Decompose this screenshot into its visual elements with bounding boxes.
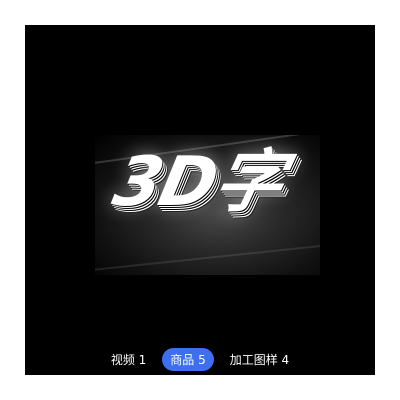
- tab-video[interactable]: 视频 1: [103, 348, 154, 371]
- media-tabs: 视频 1 商品 5 加工图样 4: [25, 348, 375, 371]
- product-image-title: 3D字: [106, 143, 290, 222]
- media-viewer[interactable]: 3D字 视频 1 商品 5 加工图样 4: [25, 25, 375, 375]
- tab-products[interactable]: 商品 5: [162, 348, 214, 371]
- product-image: 3D字: [95, 135, 320, 275]
- tab-processing-patterns[interactable]: 加工图样 4: [222, 348, 297, 371]
